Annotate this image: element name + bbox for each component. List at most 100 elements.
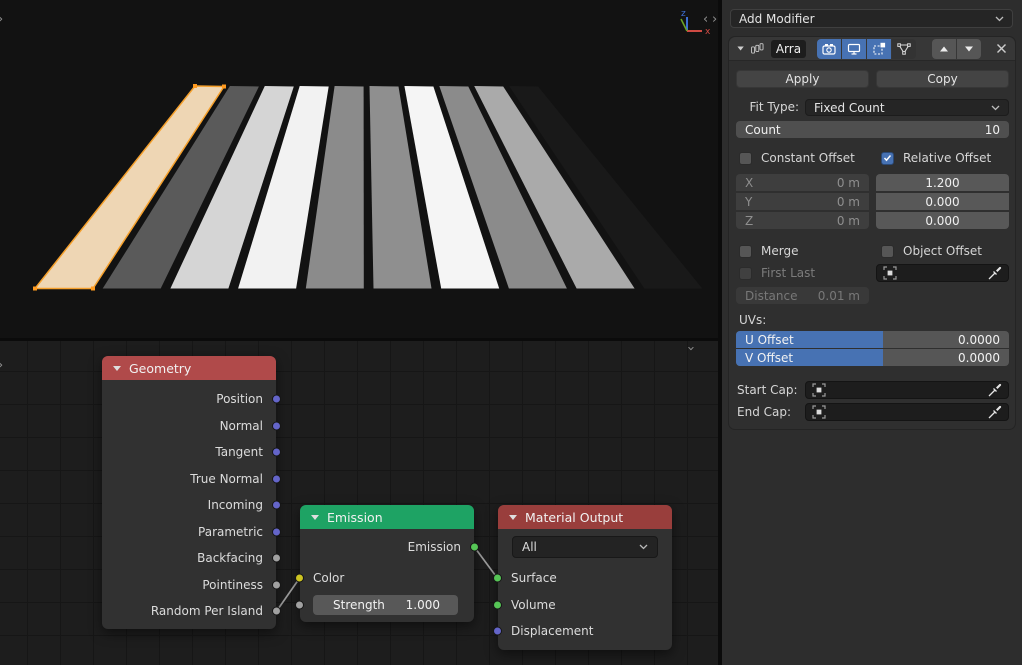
collapse-icon[interactable] [509, 514, 517, 521]
merge-distance-field[interactable]: Distance 0.01 m [736, 287, 869, 304]
node-emission-header[interactable]: Emission [300, 505, 474, 529]
constant-offset-y-field[interactable]: Y 0 m [736, 193, 869, 210]
object-icon [812, 383, 826, 397]
add-modifier-dropdown[interactable]: Add Modifier [730, 9, 1013, 28]
u-offset-value: 0.0000 [958, 333, 1000, 347]
node-material-output[interactable]: Material OutputAllSurfaceVolumeDisplacem… [498, 505, 672, 650]
start-cap-field[interactable] [805, 381, 1009, 399]
selected-vertex[interactable] [91, 287, 95, 291]
shader-node-editor[interactable]: GeometryPositionNormalTangentTrue Normal… [0, 341, 718, 665]
render-visibility-toggle[interactable] [817, 39, 841, 59]
node-row: Displacement [498, 618, 672, 645]
offset-object-field[interactable] [876, 264, 1009, 282]
viewport-visibility-toggle[interactable] [842, 39, 866, 59]
eyedropper-icon[interactable] [988, 405, 1002, 419]
monitor-icon [847, 43, 861, 55]
properties-editor: Add Modifier Arra [722, 0, 1022, 665]
node-material-output-output-target-dropdown[interactable]: All [512, 536, 658, 558]
node-title: Material Output [525, 510, 623, 525]
emission-strength-socket[interactable] [295, 600, 304, 609]
selected-vertex[interactable] [193, 84, 197, 88]
selected-vertex[interactable] [222, 85, 226, 89]
socket-label: Surface [511, 571, 557, 585]
blender-window: z x › ‹ › ‹ GeometryPositionNormalTangen… [0, 0, 1022, 665]
modifier-name-field[interactable]: Arra [771, 40, 806, 58]
move-modifier-up-button[interactable] [932, 39, 956, 59]
geometry-pointiness-socket[interactable] [272, 580, 281, 589]
socket-label: Backfacing [197, 551, 263, 565]
relative-offset-x-field[interactable]: 1.200 [876, 174, 1009, 191]
start-cap-label: Start Cap: [737, 383, 798, 397]
socket-label: Normal [220, 419, 263, 433]
relative-offset-y-field[interactable]: 0.000 [876, 193, 1009, 210]
v-offset-label: V Offset [745, 351, 793, 365]
fit-type-dropdown[interactable]: Fixed Count [805, 99, 1009, 116]
node-row: Parametric [102, 519, 276, 546]
selected-vertex[interactable] [33, 287, 37, 291]
region-toggle-icon[interactable]: › [0, 13, 3, 26]
region-toggle-icon[interactable]: ‹ [703, 13, 708, 26]
socket-label: Position [216, 392, 263, 406]
geometry-random-per-island-socket[interactable] [272, 607, 281, 616]
geometry-tangent-socket[interactable] [272, 448, 281, 457]
move-modifier-down-button[interactable] [957, 39, 981, 59]
copy-button[interactable]: Copy [876, 70, 1009, 88]
region-toggle-icon[interactable]: › [712, 13, 717, 26]
modifier-name: Arra [776, 42, 801, 56]
node-title: Geometry [129, 361, 191, 376]
array-modifier-header[interactable]: Arra [729, 37, 1015, 61]
object-offset-checkbox[interactable]: Object Offset [881, 244, 982, 258]
material-output-displacement-socket[interactable] [493, 627, 502, 636]
arrow-down-icon [964, 45, 974, 53]
socket-label: Color [313, 571, 344, 585]
geometry-normal-socket[interactable] [272, 421, 281, 430]
node-emission[interactable]: EmissionEmissionColorStrength1.000 [300, 505, 474, 622]
relative-offset-z-field[interactable]: 0.000 [876, 212, 1009, 229]
relative-offset-checkbox[interactable]: Relative Offset [881, 151, 991, 165]
3d-viewport[interactable]: z x › [0, 0, 718, 338]
constant-offset-label: Constant Offset [761, 151, 855, 165]
node-material-output-header[interactable]: Material Output [498, 505, 672, 529]
geometry-parametric-socket[interactable] [272, 527, 281, 536]
socket-label: Tangent [215, 445, 263, 459]
socket-label: Incoming [208, 498, 263, 512]
fit-type-value: Fixed Count [814, 101, 885, 115]
eyedropper-icon[interactable] [988, 383, 1002, 397]
add-modifier-label: Add Modifier [739, 12, 815, 26]
material-output-volume-socket[interactable] [493, 600, 502, 609]
collapse-icon[interactable] [311, 514, 319, 521]
emission-color-socket[interactable] [295, 574, 304, 583]
constant-offset-x-field[interactable]: X 0 m [736, 174, 869, 191]
node-row: Position [102, 386, 276, 413]
emission-emission-socket[interactable] [470, 543, 479, 552]
constant-offset-z-field[interactable]: Z 0 m [736, 212, 869, 229]
constant-offset-checkbox[interactable]: Constant Offset [739, 151, 855, 165]
node-row: Backfacing [102, 545, 276, 572]
geometry-incoming-socket[interactable] [272, 501, 281, 510]
node-row: Normal [102, 413, 276, 440]
panel-expand-icon[interactable] [737, 45, 744, 52]
merge-checkbox[interactable]: Merge [739, 244, 798, 258]
node-geometry[interactable]: GeometryPositionNormalTangentTrue Normal… [102, 356, 276, 629]
count-field[interactable]: Count 10 [736, 121, 1009, 138]
merge-label: Merge [761, 244, 798, 258]
apply-button[interactable]: Apply [736, 70, 869, 88]
axis-gizmo[interactable]: z x [668, 4, 718, 38]
modifier-reorder-buttons [932, 39, 981, 59]
material-output-surface-socket[interactable] [493, 574, 502, 583]
node-emission-strength-field[interactable]: Strength1.000 [313, 595, 458, 615]
collapse-icon[interactable] [113, 365, 121, 372]
end-cap-field[interactable] [805, 403, 1009, 421]
geometry-position-socket[interactable] [272, 395, 281, 404]
geometry-true-normal-socket[interactable] [272, 474, 281, 483]
node-geometry-header[interactable]: Geometry [102, 356, 276, 380]
array-modifier-panel: Arra [728, 36, 1016, 430]
eyedropper-icon[interactable] [988, 266, 1002, 280]
oncage-visibility-toggle[interactable] [892, 39, 916, 59]
u-offset-slider[interactable]: U Offset 0.0000 [736, 331, 1009, 348]
v-offset-slider[interactable]: V Offset 0.0000 [736, 349, 1009, 366]
remove-modifier-button[interactable] [996, 43, 1007, 54]
geometry-backfacing-socket[interactable] [272, 554, 281, 563]
first-last-checkbox[interactable]: First Last [739, 266, 815, 280]
editmode-visibility-toggle[interactable] [867, 39, 891, 59]
